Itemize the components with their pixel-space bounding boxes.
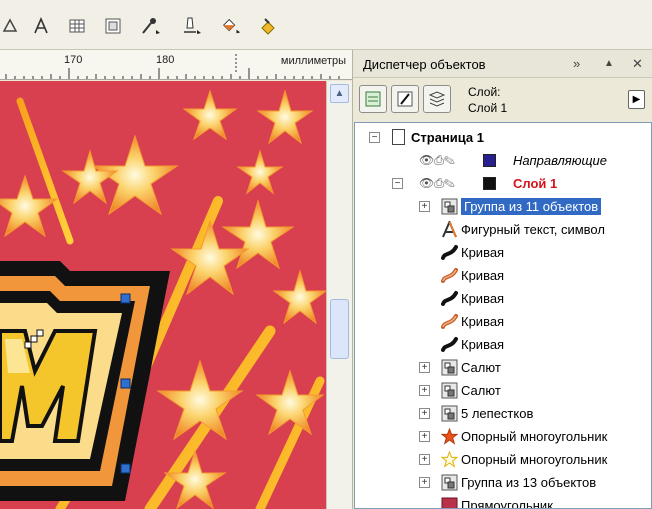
expand-toggle[interactable]: + <box>419 201 430 212</box>
tree-row-item[interactable]: + Салют <box>355 356 651 379</box>
table-tool-icon[interactable] <box>66 15 88 37</box>
tree-item-label: Кривая <box>461 245 505 260</box>
expand-toggle[interactable]: + <box>419 431 430 442</box>
collapse-page-toggle[interactable]: − <box>369 132 380 143</box>
guides-color-swatch <box>483 154 496 167</box>
tree-row-guides[interactable]: 👁⎙✎ Направляющие <box>355 149 651 172</box>
layer-stack-icon <box>428 91 446 107</box>
tree-row-item[interactable]: Прямоугольник <box>355 494 651 509</box>
outline-tool-icon[interactable] <box>180 15 202 37</box>
double-chevron-right-icon[interactable]: » <box>573 56 580 71</box>
tree-row-item[interactable]: + Опорный многоугольник <box>355 448 651 471</box>
expand-toggle[interactable]: + <box>419 362 430 373</box>
group-icon <box>441 405 458 422</box>
expand-toggle[interactable]: + <box>419 408 430 419</box>
curve-icon-dark <box>441 290 458 307</box>
tree-row-item[interactable]: Кривая <box>355 333 651 356</box>
eyedropper-tool-icon[interactable] <box>140 15 162 37</box>
scroll-up-button[interactable]: ▲ <box>330 84 349 103</box>
tree-item-label: Группа из 11 объектов <box>461 198 602 215</box>
current-layer-name: Слой 1 <box>468 101 508 115</box>
tree-item-label: Кривая <box>461 314 505 329</box>
tree-item-label: Салют <box>461 383 501 398</box>
star-filled-icon <box>440 427 459 445</box>
group-icon <box>441 382 458 399</box>
object-tree[interactable]: − Страница 1 👁⎙✎ Направляющие − 👁⎙✎ Слой… <box>354 122 652 509</box>
curve-icon-dark <box>441 336 458 353</box>
visibility-print-edit-icons[interactable]: 👁⎙✎ <box>419 153 455 168</box>
tree-row-item[interactable]: Кривая <box>355 310 651 333</box>
tree-row-item[interactable]: +5 лепестков <box>355 402 651 425</box>
curve-icon-orange <box>441 267 458 284</box>
tree-item-label: Кривая <box>461 268 505 283</box>
edit-layers-icon <box>397 91 413 107</box>
tree-item-label: Фигурный текст, символ <box>461 222 605 237</box>
drawing-canvas[interactable] <box>0 81 326 509</box>
artwork <box>0 81 326 509</box>
artistic-text-icon <box>441 219 458 238</box>
vertical-scrollbar[interactable]: ▲ <box>326 81 352 509</box>
tree-row-page[interactable]: − Страница 1 <box>355 126 651 149</box>
collapse-layer-toggle[interactable]: − <box>392 178 403 189</box>
tree-row-item[interactable]: + Группа из 13 объектов <box>355 471 651 494</box>
rectangle-icon <box>441 497 458 508</box>
layer-color-swatch <box>483 177 496 190</box>
collapse-up-icon[interactable]: ▲ <box>604 58 614 69</box>
tree-row-item[interactable]: + Салют <box>355 379 651 402</box>
tree-row-item[interactable]: + Группа из 11 объектов <box>355 195 651 218</box>
tree-item-label: Кривая <box>461 291 505 306</box>
frame-tool-icon[interactable] <box>102 15 124 37</box>
page-label: Страница 1 <box>411 130 484 145</box>
tree-row-layer[interactable]: − 👁⎙✎ Слой 1 <box>355 172 651 195</box>
tree-row-item[interactable]: Кривая <box>355 241 651 264</box>
close-icon[interactable]: ✕ <box>632 56 643 72</box>
toolbar <box>0 0 652 50</box>
group-icon <box>441 198 458 215</box>
layers-properties-icon <box>365 91 381 107</box>
layer-visibility-print-edit-icons[interactable]: 👁⎙✎ <box>419 176 455 191</box>
scroll-thumb[interactable] <box>330 299 349 359</box>
page-icon <box>392 129 405 145</box>
tree-item-label: Прямоугольник <box>461 498 553 509</box>
expand-toggle[interactable]: + <box>419 477 430 488</box>
layer-manager-view-button[interactable] <box>423 85 451 113</box>
ruler-unit-label: миллиметры <box>280 55 346 67</box>
current-layer-info: Слой: Слой 1 <box>468 84 507 116</box>
horizontal-ruler[interactable]: 170 180 миллиметры <box>0 50 352 80</box>
tree-item-label: Опорный многоугольник <box>461 452 608 467</box>
tree-item-label: Группа из 13 объектов <box>461 475 597 490</box>
ruler-label-180: 180 <box>156 54 175 66</box>
group-icon <box>441 474 458 491</box>
expand-toggle[interactable]: + <box>419 385 430 396</box>
tree-row-item[interactable]: Фигурный текст, символ <box>355 218 651 241</box>
docker-title-bar: Диспетчер объектов » ▲ ✕ <box>353 50 652 78</box>
docker-toolbar: Слой: Слой 1 ▶ <box>353 78 652 122</box>
tree-item-label: Опорный многоугольник <box>461 429 608 444</box>
ruler-label-170: 170 <box>64 54 83 66</box>
expand-toggle[interactable]: + <box>419 454 430 465</box>
curve-icon-dark <box>441 244 458 261</box>
tree-item-label: 5 лепестков <box>461 406 534 421</box>
edit-across-layers-button[interactable] <box>391 85 419 113</box>
group-icon <box>441 359 458 376</box>
tree-row-item[interactable]: + Опорный многоугольник <box>355 425 651 448</box>
layer-label: Слой 1 <box>513 176 558 191</box>
show-properties-button[interactable] <box>359 85 387 113</box>
text-tool-icon[interactable] <box>30 15 52 37</box>
layer-caption: Слой: <box>468 85 501 99</box>
flyout-menu-button[interactable]: ▶ <box>628 90 645 109</box>
tree-item-label: Салют <box>461 360 501 375</box>
tree-item-label: Кривая <box>461 337 505 352</box>
star-outline-icon <box>440 450 459 468</box>
object-manager-docker: Диспетчер объектов » ▲ ✕ Слой: Слой 1 ▶ … <box>352 50 652 509</box>
fill-tool-icon[interactable] <box>220 15 242 37</box>
tree-row-item[interactable]: Кривая <box>355 287 651 310</box>
tree-row-item[interactable]: Кривая <box>355 264 651 287</box>
interactive-fill-tool-icon[interactable] <box>258 15 280 37</box>
guides-label: Направляющие <box>513 153 608 168</box>
docker-title: Диспетчер объектов <box>363 57 486 72</box>
shape-tool-icon[interactable] <box>0 15 22 37</box>
curve-icon-orange <box>441 313 458 330</box>
